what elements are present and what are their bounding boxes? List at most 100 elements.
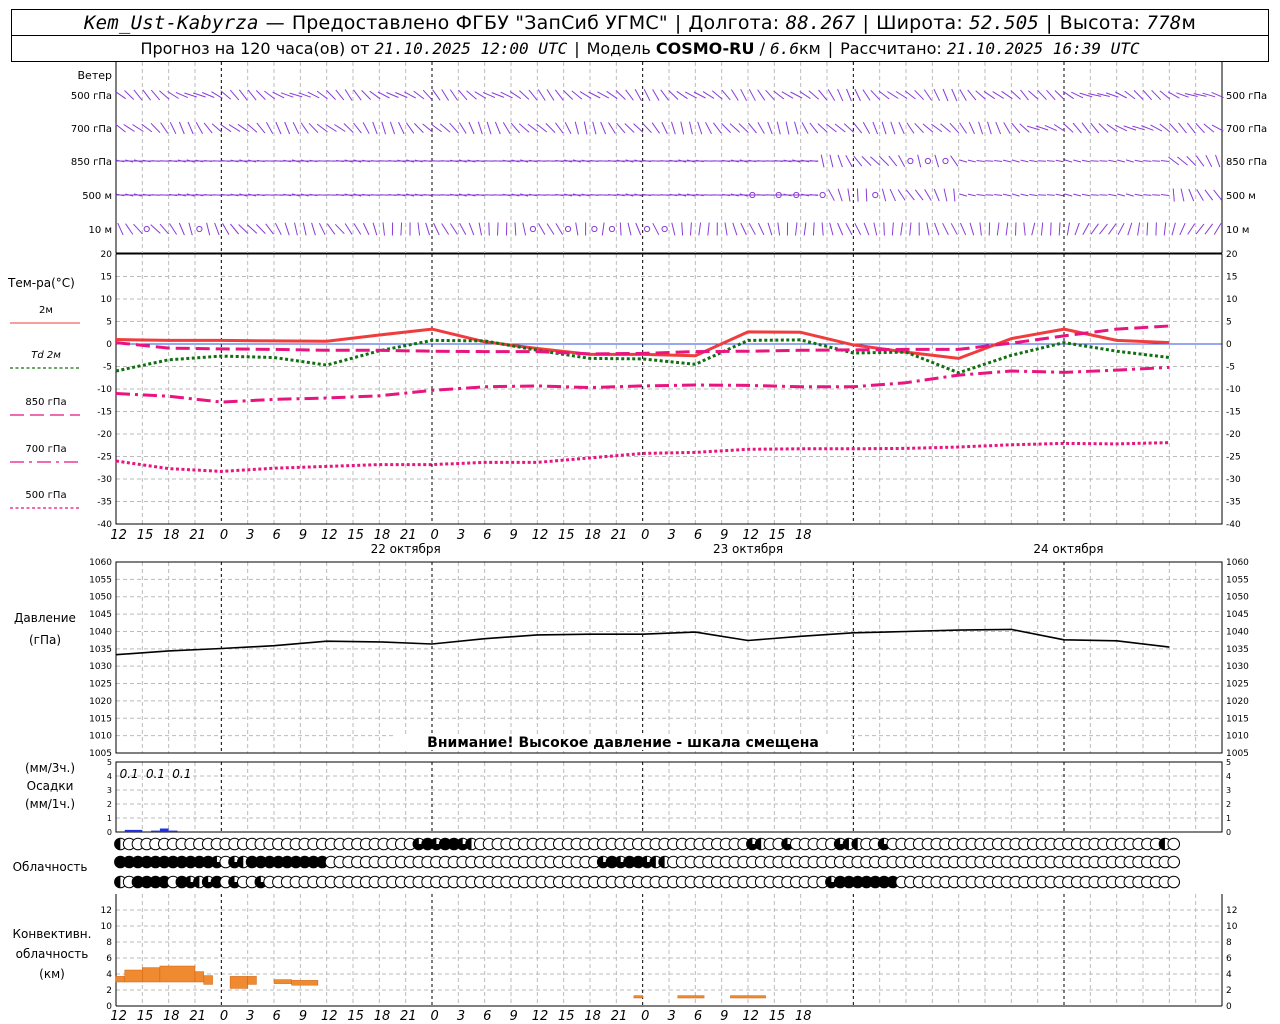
wind-barb [861,156,872,166]
wind-barb [228,124,241,132]
wind-barb [1117,159,1126,163]
x-tick-label-bottom: 21 [611,1009,628,1024]
wind-barb [846,88,852,102]
conv-bar [247,976,257,985]
wind-barb [809,122,819,134]
wind-barb [978,121,984,135]
temp-ytick: -15 [97,408,112,418]
precip-unit-3h: (мм/3ч.) [25,761,75,775]
wind-barb [1003,122,1011,134]
calm-marker [591,225,598,233]
calm-marker [819,191,826,199]
wind-barb [994,160,1003,162]
wind-barb [825,123,837,133]
wind-barb [1143,160,1152,162]
temp-ytick: 5 [106,318,112,328]
calm-marker [643,225,651,233]
wind-barb [601,222,605,236]
wind-barb [361,90,372,100]
x-tick-label: 0 [430,528,438,543]
cloud-symbol-fill [114,876,121,888]
wind-barb [502,122,511,134]
wind-barb [803,222,807,236]
conv-ytick: 6 [106,954,112,964]
wind-barb [1186,156,1197,166]
wind-barb [891,222,894,236]
wind-barb [738,123,749,133]
date-label: 24 октября [1033,542,1103,556]
x-tick-label: 0 [641,528,649,543]
x-tick-label-bottom: 12 [742,1009,759,1024]
wind-barb [334,223,345,235]
wind-barb [801,122,809,134]
conv-ytick-right: 0 [1226,1002,1232,1012]
temp-ytick: -10 [97,385,112,395]
wind-barb [940,123,951,133]
wind-barb [488,222,490,236]
wind-barb [400,222,403,236]
x-tick-label: 18 [584,528,601,543]
wind-barb [1142,89,1153,101]
wind-barb [1180,188,1185,202]
wind-barb [546,223,555,235]
wind-barb [433,222,440,236]
conv-ytick: 12 [101,906,112,916]
conv-ytick-right: 10 [1226,922,1238,932]
wind-barb [1108,223,1117,235]
temp-ytick-right: 20 [1226,250,1238,260]
wind-barb [1055,159,1064,163]
wind-barb [1038,194,1047,196]
wind-barb [697,121,703,135]
temp-ytick-right: -15 [1226,408,1241,418]
wind-barb [1081,193,1090,197]
wind-barb [765,89,775,101]
conv-bar [142,967,161,983]
pressure-ytick: 1030 [89,662,112,672]
precip-ytick-right: 4 [1226,772,1231,781]
cloud-symbol [1167,875,1181,889]
wind-barb [863,222,870,236]
wind-barb [854,222,862,236]
wind-barb [1019,123,1030,133]
wind-barb [1054,90,1065,100]
temp-ytick: -25 [97,453,112,463]
conv-bar [159,965,196,983]
wind-barb [942,222,949,236]
wind-barb [1117,193,1126,197]
wind-barb [914,122,924,134]
wind-barb [1160,160,1169,162]
wind-barb [713,122,722,134]
wind-barb [767,222,773,236]
temp-title: Тем-ра(°C) [7,276,75,290]
pressure-ytick-right: 1020 [1226,697,1249,707]
x-tick-label: 12 [321,528,338,543]
wind-barb [1172,188,1175,202]
wind-barb [117,222,124,236]
wind-barb [834,123,846,133]
wind-barb [362,122,370,134]
precip-bar [124,829,143,832]
temp-ytick: 15 [101,273,112,283]
wind-barb [1146,222,1149,236]
wind-barb [417,222,421,236]
legend-label: Td 2м [31,350,61,361]
precip-bar [168,830,178,832]
wind-barb [188,222,193,236]
wind-barb [1081,159,1090,163]
wind-barb [1010,90,1021,100]
wind-barb [698,222,702,236]
wind-barb [643,88,651,102]
temp-ytick-right: 10 [1226,295,1238,305]
temp-ytick-right: -25 [1226,453,1241,463]
wind-barb [1196,189,1204,201]
wind-barb [619,222,622,236]
precip-amount-label: 0.1 [120,767,139,781]
wind-barb [458,89,468,101]
wind-barb [325,124,337,132]
precip-ytick-right: 1 [1226,814,1231,823]
wind-level-label: 500 гПа [71,91,112,102]
pressure-ytick-right: 1045 [1226,610,1249,620]
wind-barb [494,121,501,135]
wind-barb [845,222,853,236]
wind-barb [837,88,844,102]
